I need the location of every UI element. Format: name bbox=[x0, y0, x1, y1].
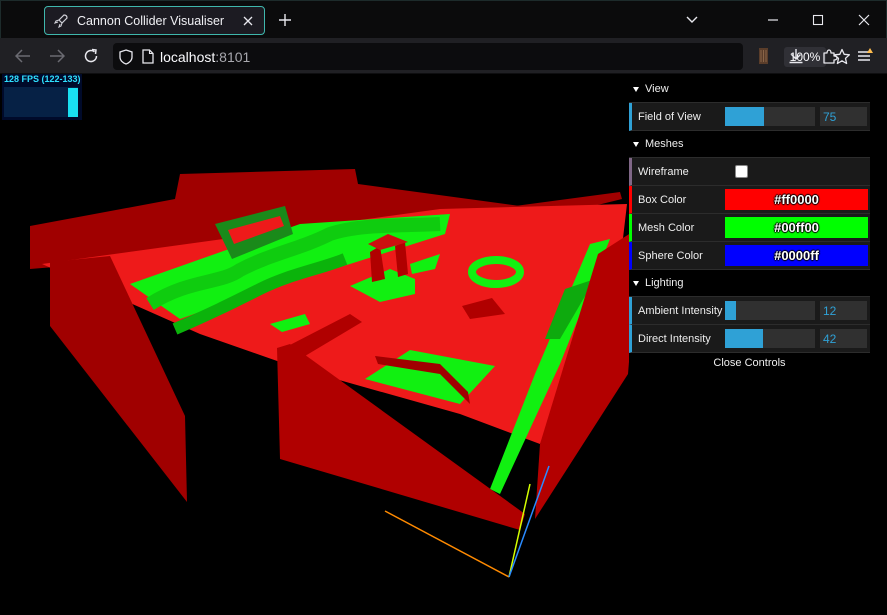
folder-meshes[interactable]: Meshes bbox=[629, 131, 870, 158]
folder-lighting[interactable]: Lighting bbox=[629, 270, 870, 297]
y-axis-line bbox=[508, 483, 531, 578]
ambient-intensity-label: Ambient Intensity bbox=[638, 304, 723, 317]
url-bar[interactable]: localhost:8101 100% bbox=[113, 43, 851, 70]
triangle-down-icon bbox=[633, 86, 639, 92]
extensions-puzzle-icon[interactable] bbox=[817, 44, 843, 68]
url-port: :8101 bbox=[215, 48, 251, 65]
reading-list-icon[interactable] bbox=[750, 44, 776, 68]
rocket-icon bbox=[53, 13, 69, 29]
triangle-down-icon bbox=[633, 141, 639, 147]
browser-tab[interactable]: Cannon Collider Visualiser bbox=[44, 6, 265, 35]
close-tab-icon[interactable] bbox=[240, 13, 256, 29]
slider-fill bbox=[725, 301, 736, 320]
url-text[interactable]: localhost:8101 bbox=[160, 49, 250, 65]
reload-icon[interactable] bbox=[78, 44, 104, 68]
fps-bar bbox=[68, 88, 78, 117]
ambient-intensity-input[interactable]: 12 bbox=[820, 301, 867, 320]
menu-hamburger-icon[interactable] bbox=[852, 44, 878, 68]
sphere-color-row: Sphere Color #0000ff bbox=[629, 242, 870, 270]
new-tab-icon[interactable] bbox=[275, 10, 295, 30]
mesh-color-input[interactable]: #00ff00 bbox=[725, 217, 868, 238]
wireframe-label: Wireframe bbox=[638, 165, 689, 178]
direct-intensity-slider[interactable] bbox=[725, 329, 815, 348]
slider-fill bbox=[725, 107, 764, 126]
wireframe-checkbox[interactable] bbox=[735, 165, 748, 178]
webgl-viewport[interactable]: 128 FPS (122-133) View Field of View 75 … bbox=[0, 74, 887, 615]
close-window-icon[interactable] bbox=[849, 6, 879, 34]
field-of-view-slider[interactable] bbox=[725, 107, 815, 126]
field-of-view-input[interactable]: 75 bbox=[820, 107, 867, 126]
tab-title: Cannon Collider Visualiser bbox=[77, 13, 225, 28]
box-color-label: Box Color bbox=[638, 193, 687, 206]
chevron-down-icon[interactable] bbox=[683, 11, 701, 29]
tab-bar: Cannon Collider Visualiser bbox=[0, 0, 887, 38]
maximize-icon[interactable] bbox=[803, 6, 833, 34]
direct-intensity-row: Direct Intensity 42 bbox=[629, 325, 870, 353]
forward-arrow-icon[interactable] bbox=[44, 44, 70, 68]
direct-intensity-input[interactable]: 42 bbox=[820, 329, 867, 348]
page-icon[interactable] bbox=[142, 49, 154, 64]
url-host: localhost bbox=[160, 48, 216, 65]
field-of-view-label: Field of View bbox=[638, 110, 701, 123]
fps-stats-panel[interactable]: 128 FPS (122-133) bbox=[2, 74, 82, 120]
sphere-color-input[interactable]: #0000ff bbox=[725, 245, 868, 266]
ambient-intensity-row: Ambient Intensity 12 bbox=[629, 297, 870, 325]
mesh-color-label: Mesh Color bbox=[638, 221, 695, 234]
folder-lighting-label: Lighting bbox=[645, 277, 684, 289]
close-controls-button[interactable]: Close Controls bbox=[629, 353, 870, 373]
box-color-input[interactable]: #ff0000 bbox=[725, 189, 868, 210]
navigation-bar: localhost:8101 100% bbox=[0, 38, 887, 74]
folder-view[interactable]: View bbox=[629, 76, 870, 103]
field-of-view-row: Field of View 75 bbox=[629, 103, 870, 131]
folder-view-label: View bbox=[645, 83, 669, 95]
mesh-color-row: Mesh Color #00ff00 bbox=[629, 214, 870, 242]
box-color-row: Box Color #ff0000 bbox=[629, 186, 870, 214]
folder-meshes-label: Meshes bbox=[645, 138, 684, 150]
slider-fill bbox=[725, 329, 763, 348]
fps-readout: 128 FPS (122-133) bbox=[4, 74, 81, 84]
sphere-color-label: Sphere Color bbox=[638, 249, 703, 262]
minimize-icon[interactable] bbox=[758, 6, 788, 34]
download-icon[interactable] bbox=[783, 44, 809, 68]
triangle-down-icon bbox=[633, 280, 639, 286]
controls-panel: View Field of View 75 Meshes Wireframe B… bbox=[629, 76, 870, 373]
wireframe-row: Wireframe bbox=[629, 158, 870, 186]
ambient-intensity-slider[interactable] bbox=[725, 301, 815, 320]
shield-icon[interactable] bbox=[119, 48, 133, 65]
fps-graph bbox=[4, 87, 78, 117]
back-arrow-icon[interactable] bbox=[10, 44, 36, 68]
direct-intensity-label: Direct Intensity bbox=[638, 332, 711, 345]
